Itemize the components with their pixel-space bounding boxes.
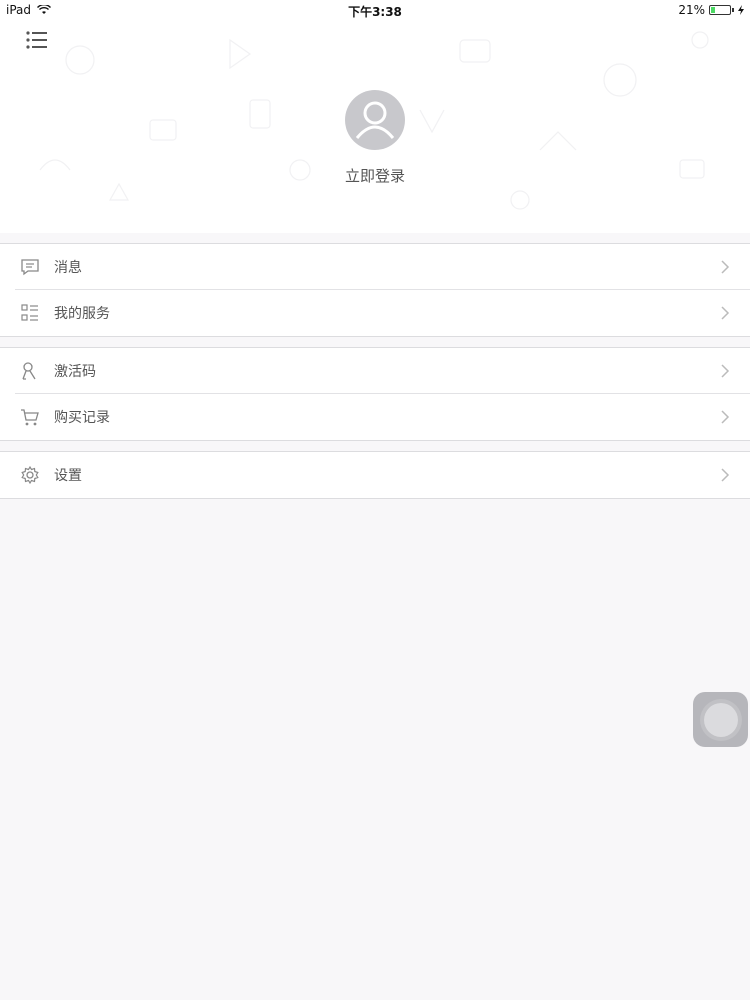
assistive-touch-icon	[703, 702, 738, 737]
list-menu-icon	[26, 31, 47, 49]
menu-item-activation-code[interactable]: 激活码	[0, 348, 750, 394]
menu-item-settings[interactable]: 设置	[0, 452, 750, 498]
menu-item-label: 我的服务	[54, 306, 110, 322]
menu-button[interactable]	[22, 28, 52, 52]
chevron-right-icon	[721, 306, 730, 320]
menu-item-label: 设置	[54, 468, 82, 484]
menu-group-2: 激活码 购买记录	[0, 347, 750, 441]
message-icon	[21, 259, 39, 276]
gear-icon	[21, 465, 39, 485]
services-list-icon	[21, 304, 38, 321]
assistive-touch-button[interactable]	[693, 692, 748, 747]
menu-item-label: 激活码	[54, 364, 96, 380]
status-bar: iPad 下午3:38 21%	[0, 0, 750, 20]
menu-item-my-services[interactable]: 我的服务	[0, 289, 750, 336]
battery-percent: 21%	[678, 3, 705, 17]
battery-icon	[709, 5, 731, 15]
chevron-right-icon	[721, 410, 730, 424]
chevron-right-icon	[721, 468, 730, 482]
key-icon	[22, 362, 36, 380]
menu-item-label: 消息	[54, 260, 82, 276]
menu-item-messages[interactable]: 消息	[0, 244, 750, 290]
menu-item-label: 购买记录	[54, 410, 110, 426]
profile-header: 立即登录	[0, 0, 750, 233]
default-user-icon	[355, 101, 395, 139]
menu-item-purchase-history[interactable]: 购买记录	[0, 393, 750, 440]
chevron-right-icon	[721, 260, 730, 274]
avatar[interactable]	[345, 90, 405, 150]
charging-bolt-icon	[738, 5, 744, 15]
cart-icon	[21, 409, 39, 426]
menu-group-1: 消息 我的服务	[0, 243, 750, 337]
menu-group-3: 设置	[0, 451, 750, 499]
battery-cap	[732, 8, 734, 12]
login-link[interactable]: 立即登录	[0, 165, 750, 186]
status-time: 下午3:38	[348, 5, 402, 19]
battery-level	[711, 7, 715, 13]
chevron-right-icon	[721, 364, 730, 378]
